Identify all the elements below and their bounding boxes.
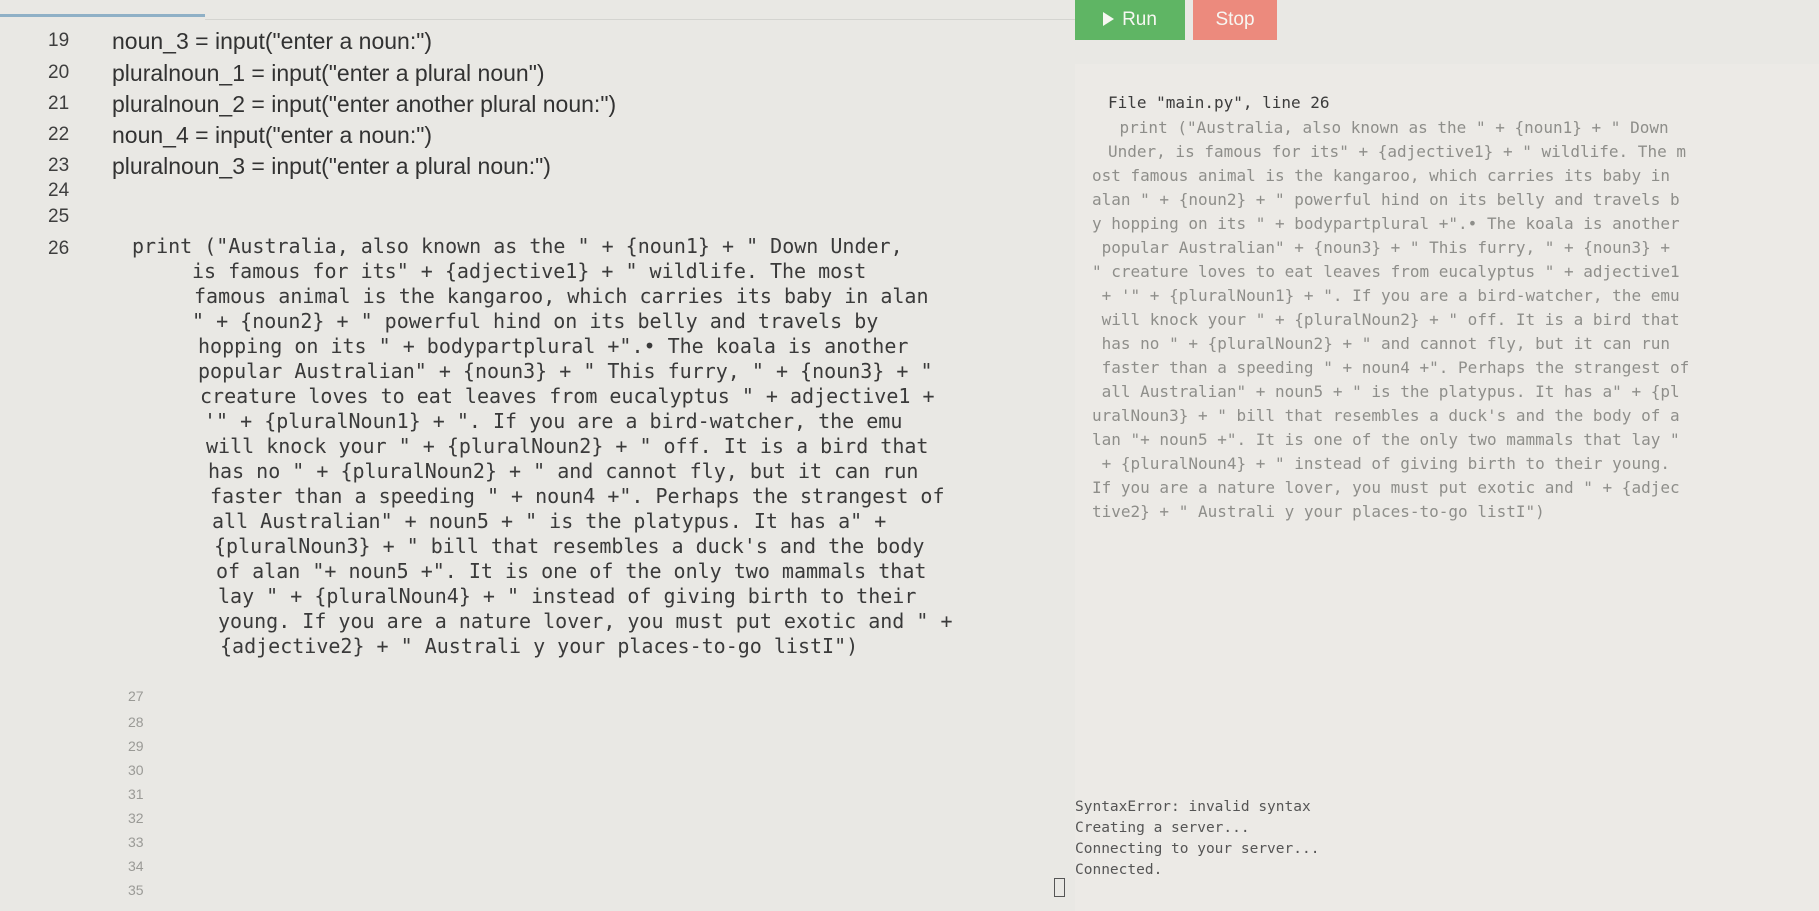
wrapped-line: {adjective2} + " Australi y your places-… (220, 634, 859, 658)
wrapped-line: lay " + {pluralNoun4} + " instead of giv… (218, 584, 917, 608)
traceback-line: ost famous animal is the kangaroo, which… (1092, 166, 1670, 185)
line-number: 29 (128, 738, 144, 754)
line-number: 25 (48, 206, 70, 227)
wrapped-line: creature loves to eat leaves from eucaly… (200, 384, 935, 408)
traceback-line: all Australian" + noun5 + " is the platy… (1092, 382, 1680, 401)
wrapped-line: will knock your " + {pluralNoun2} + " of… (206, 434, 929, 458)
status-line: Connecting to your server... (1075, 841, 1320, 857)
wrapped-line: print ("Australia, also known as the " +… (132, 234, 903, 258)
traceback-line: faster than a speeding " + noun4 +". Per… (1092, 358, 1690, 377)
error-message: SyntaxError: invalid syntax (1075, 799, 1311, 815)
wrapped-line: young. If you are a nature lover, you mu… (218, 609, 953, 633)
traceback-line: y hopping on its " + bodypartplural +".•… (1092, 214, 1680, 233)
traceback-line: alan " + {noun2} + " powerful hind on it… (1092, 190, 1680, 209)
stop-button-label: Stop (1215, 9, 1255, 30)
line-number: 20 (48, 62, 70, 83)
code-line[interactable]: noun_4 = input("enter a noun:") (112, 122, 432, 149)
console-input-cursor[interactable] (1054, 878, 1065, 897)
line-number: 28 (128, 714, 144, 730)
line-number: 33 (128, 834, 144, 850)
code-line[interactable]: pluralnoun_3 = input("enter a plural nou… (112, 153, 551, 180)
wrapped-line: all Australian" + noun5 + " is the platy… (212, 509, 887, 533)
traceback-line: popular Australian" + {noun3} + " This f… (1092, 238, 1670, 257)
active-tab-indicator (0, 14, 205, 17)
wrapped-line: famous animal is the kangaroo, which car… (194, 284, 929, 308)
traceback-line: + '" + {pluralNoun1} + ". If you are a b… (1092, 286, 1680, 305)
wrapped-line: of alan "+ noun5 +". It is one of the on… (216, 559, 927, 583)
traceback-line: If you are a nature lover, you must put … (1092, 478, 1680, 497)
traceback-line: File "main.py", line 26 (1108, 93, 1330, 112)
traceback-line: " creature loves to eat leaves from euca… (1092, 262, 1680, 281)
wrapped-line: popular Australian" + {noun3} + " This f… (198, 359, 933, 383)
status-line: Connected. (1075, 862, 1163, 878)
line-number: 27 (128, 688, 144, 704)
code-editor[interactable]: 19 noun_3 = input("enter a noun:") 20 pl… (0, 28, 1070, 911)
line-number: 26 (48, 238, 70, 259)
traceback-line: uralNoun3} + " bill that resembles a duc… (1092, 406, 1680, 425)
line-number: 21 (48, 93, 70, 114)
run-button[interactable]: Run (1075, 0, 1185, 40)
traceback-line: print ("Australia, also known as the " +… (1081, 118, 1669, 137)
status-line: Creating a server... (1075, 820, 1250, 836)
traceback-line: Under, is famous for its" + {adjective1}… (1108, 142, 1686, 161)
line-number: 35 (128, 882, 144, 898)
traceback-line: has no " + {pluralNoun2} + " and cannot … (1092, 334, 1670, 353)
wrapped-line: is famous for its" + {adjective1} + " wi… (192, 259, 867, 283)
play-icon (1103, 12, 1115, 26)
stop-button[interactable]: Stop (1193, 0, 1277, 40)
wrapped-line: hopping on its " + bodypartplural +".• T… (198, 334, 909, 358)
output-console[interactable]: File "main.py", line 26 print ("Australi… (1075, 64, 1819, 911)
line-number: 30 (128, 762, 144, 778)
run-button-label: Run (1122, 9, 1157, 30)
line-number: 34 (128, 858, 144, 874)
wrapped-line: " + {noun2} + " powerful hind on its bel… (192, 309, 879, 333)
wrapped-line: '" + {pluralNoun1} + ". If you are a bir… (204, 409, 903, 433)
line-number: 23 (48, 155, 70, 176)
traceback-line: tive2} + " Australi y your places-to-go … (1092, 502, 1545, 521)
toolbar-divider (205, 19, 1075, 20)
traceback-line: will knock your " + {pluralNoun2} + " of… (1092, 310, 1680, 329)
wrapped-line: {pluralNoun3} + " bill that resembles a … (214, 534, 925, 558)
repl-window: Run Stop 19 noun_3 = input("enter a noun… (0, 0, 1819, 911)
code-line[interactable]: pluralnoun_2 = input("enter another plur… (112, 91, 616, 118)
line-number: 19 (48, 30, 70, 51)
traceback-line: lan "+ noun5 +". It is one of the only t… (1092, 430, 1680, 449)
code-line[interactable]: pluralnoun_1 = input("enter a plural nou… (112, 60, 545, 87)
line-number: 22 (48, 124, 70, 145)
traceback-line: + {pluralNoun4} + " instead of giving bi… (1092, 454, 1670, 473)
line-number: 32 (128, 810, 144, 826)
wrapped-line: faster than a speeding " + noun4 +". Per… (210, 484, 945, 508)
line-number: 24 (48, 180, 70, 201)
code-line[interactable]: noun_3 = input("enter a noun:") (112, 28, 432, 55)
line-number: 31 (128, 786, 144, 802)
wrapped-line: has no " + {pluralNoun2} + " and cannot … (208, 459, 919, 483)
